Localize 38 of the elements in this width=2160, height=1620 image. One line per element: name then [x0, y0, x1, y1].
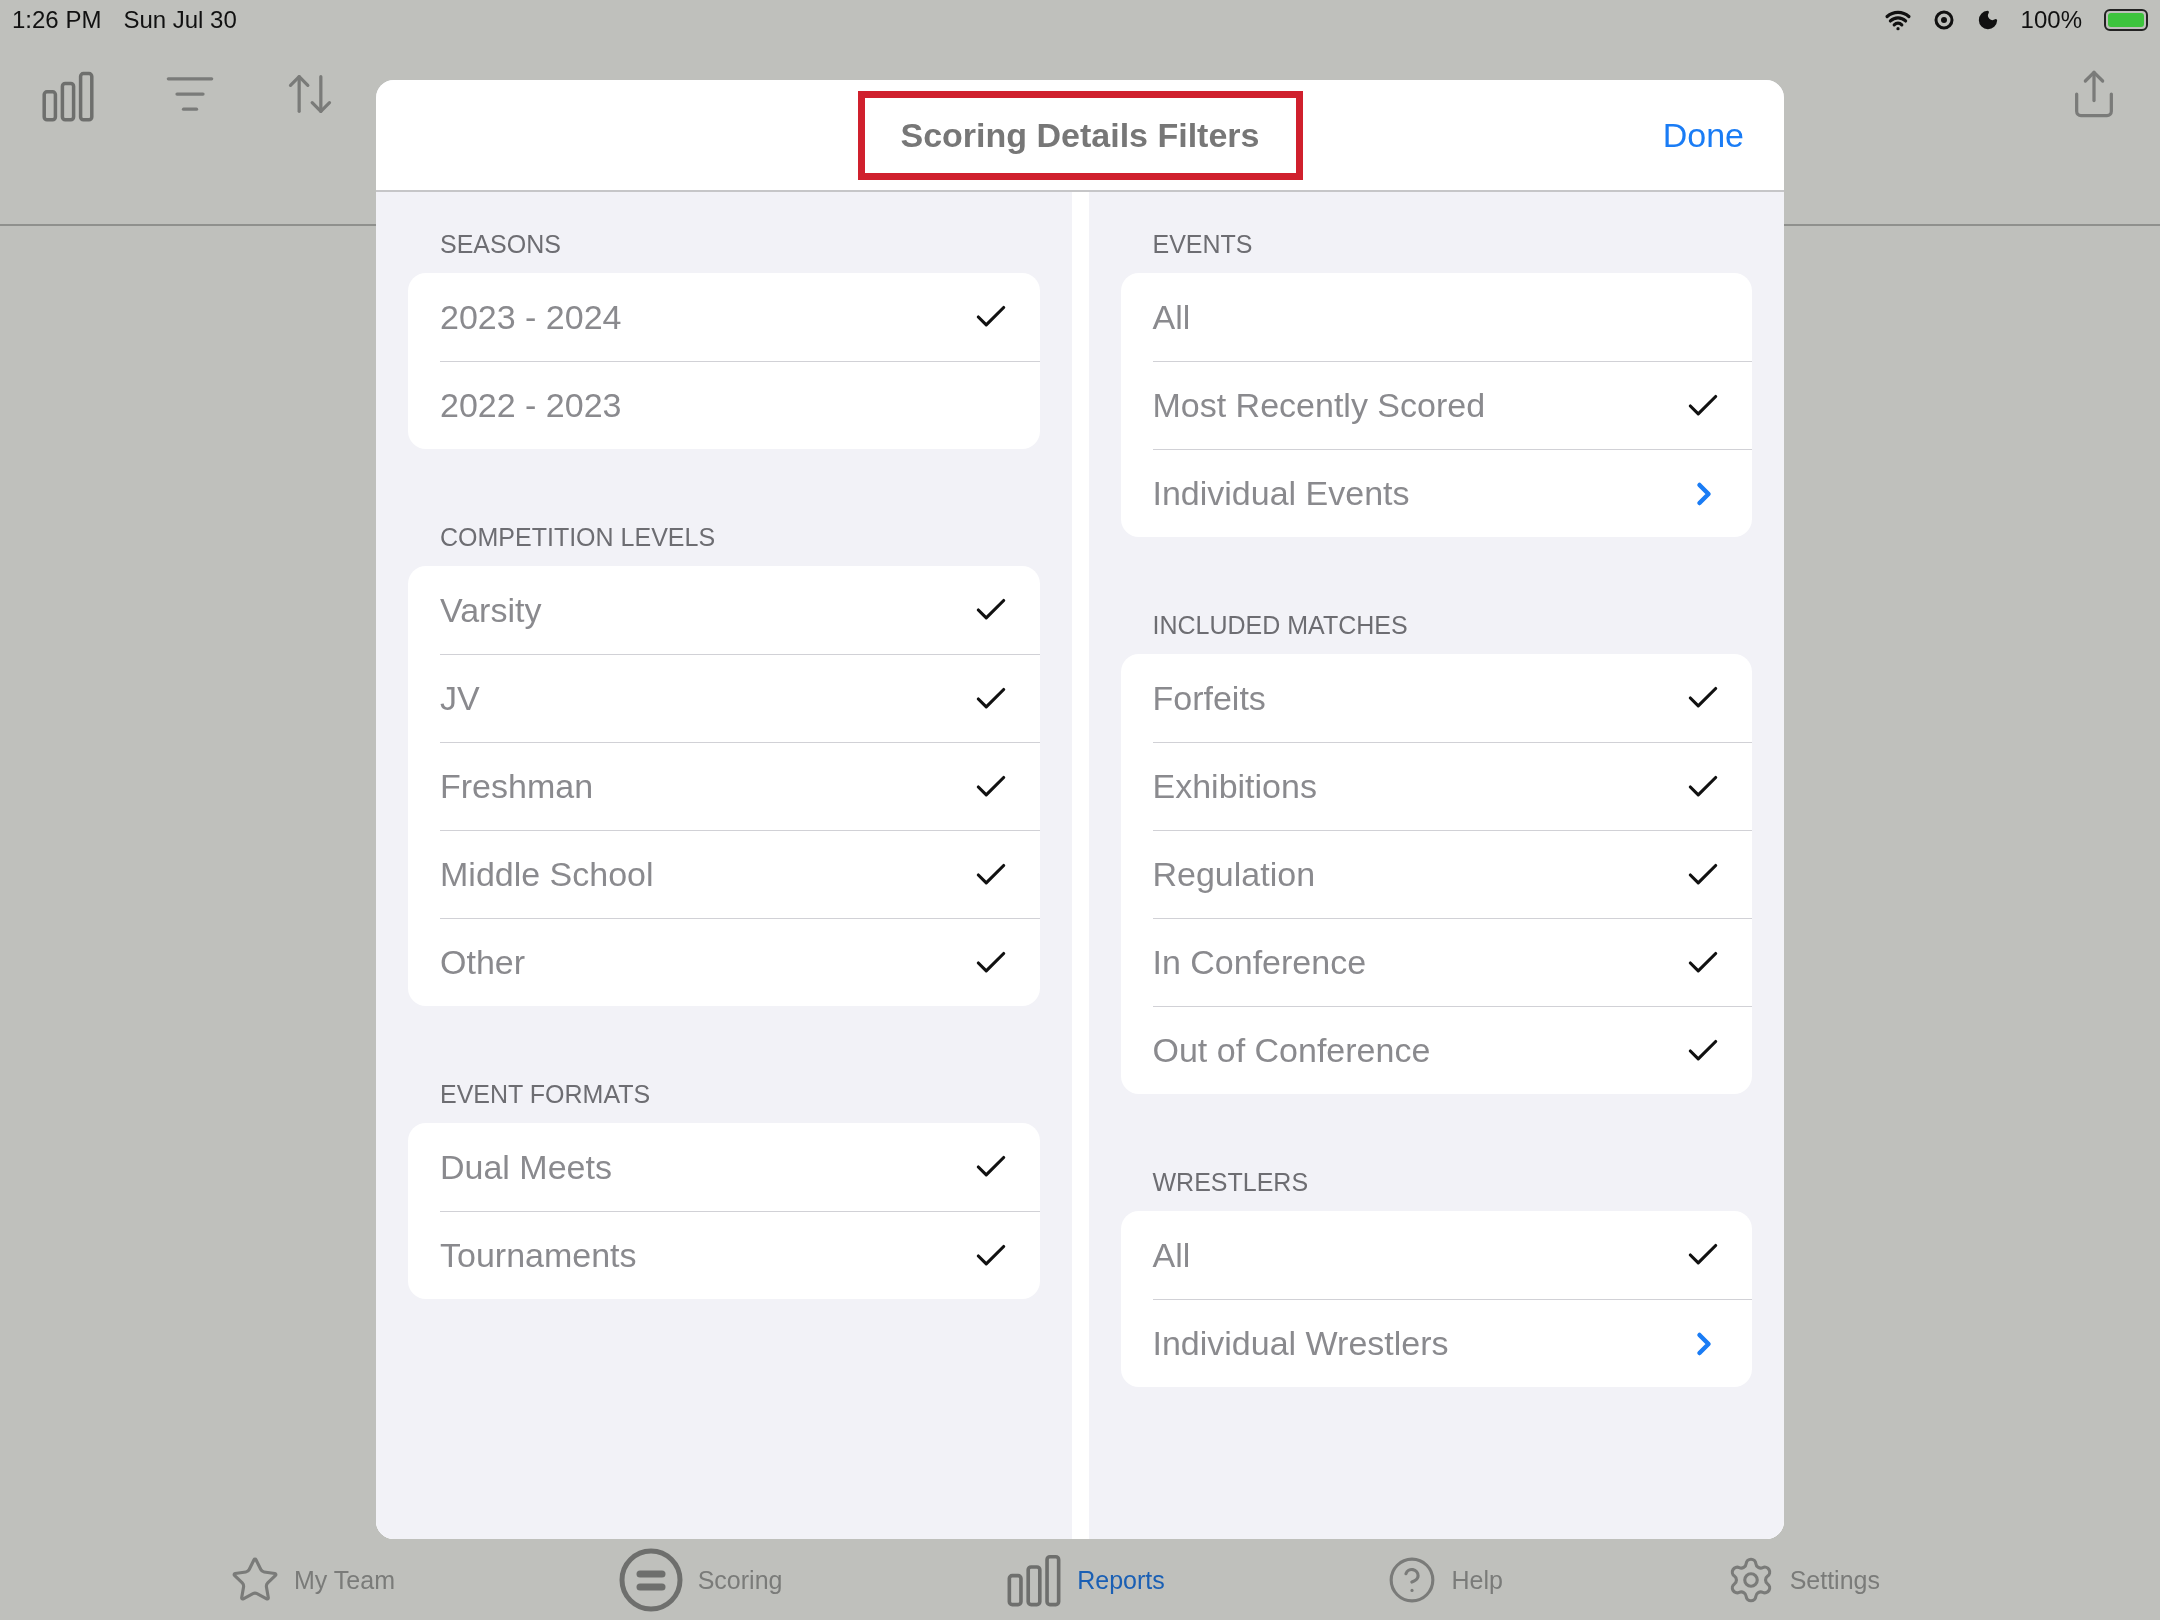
- moon-icon: [1976, 9, 1999, 31]
- option-row[interactable]: In Conference: [1152, 918, 1752, 1006]
- battery-percent: 100%: [2020, 6, 2082, 34]
- option-row[interactable]: Exhibitions: [1152, 742, 1752, 830]
- section-header: EVENTS: [1151, 229, 1254, 260]
- tab-bar-item[interactable]: Help: [1387, 1555, 1503, 1605]
- tab-bar-item[interactable]: My Team: [230, 1555, 395, 1605]
- option-row[interactable]: Out of Conference: [1152, 1006, 1752, 1094]
- option-row[interactable]: Forfeits: [1152, 654, 1752, 742]
- option-row[interactable]: JV: [440, 654, 1040, 742]
- option-row[interactable]: Most Recently Scored: [1152, 361, 1752, 449]
- equals-circle-icon: [617, 1547, 684, 1613]
- option-row[interactable]: All: [1152, 1211, 1752, 1299]
- option-row[interactable]: 2022 - 2023: [440, 361, 1040, 449]
- tab-bar-item[interactable]: Reports: [1005, 1551, 1165, 1609]
- done-button[interactable]: Done: [1662, 115, 1744, 155]
- option-row[interactable]: Freshman: [440, 742, 1040, 830]
- option-row[interactable]: Dual Meets: [440, 1123, 1040, 1211]
- option-row[interactable]: All: [1152, 273, 1752, 361]
- option-row[interactable]: Tournaments: [440, 1211, 1040, 1299]
- status-time: 1:26 PM: [12, 6, 102, 34]
- option-row[interactable]: Individual Wrestlers: [1152, 1299, 1752, 1387]
- section-header: INCLUDED MATCHES: [1151, 610, 1409, 641]
- option-row[interactable]: Varsity: [440, 566, 1040, 654]
- option-row[interactable]: Other: [440, 918, 1040, 1006]
- tab-bar-item[interactable]: Scoring: [617, 1547, 783, 1613]
- battery-icon: [2104, 9, 2148, 31]
- sheet-title: Scoring Details Filters: [857, 90, 1303, 180]
- option-row[interactable]: Middle School: [440, 830, 1040, 918]
- option-row[interactable]: Individual Events: [1152, 449, 1752, 537]
- tab-bar-item[interactable]: Settings: [1725, 1555, 1880, 1605]
- status-date: Sun Jul 30: [123, 6, 237, 34]
- option-row[interactable]: Regulation: [1152, 830, 1752, 918]
- section-header: EVENT FORMATS: [439, 1079, 652, 1110]
- section-header: WRESTLERS: [1151, 1167, 1310, 1198]
- section-header: SEASONS: [439, 229, 562, 260]
- option-row[interactable]: 2023 - 2024: [440, 273, 1040, 361]
- section-header: COMPETITION LEVELS: [439, 522, 717, 553]
